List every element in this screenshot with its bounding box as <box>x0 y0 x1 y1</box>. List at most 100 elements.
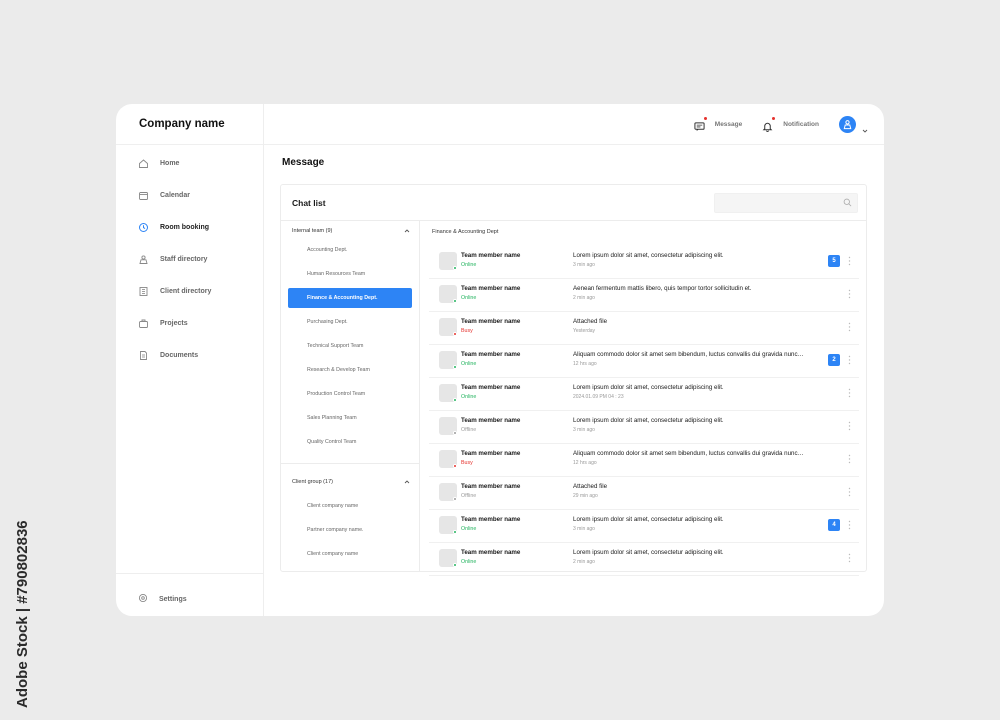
team-item[interactable]: Human Resources Team <box>288 264 412 284</box>
message-button[interactable]: Message <box>694 116 742 131</box>
chevron-down-icon[interactable] <box>862 121 868 133</box>
settings-label: Settings <box>159 595 187 603</box>
message-preview: Lorem ipsum dolor sit amet, consectetur … <box>573 252 724 259</box>
sidebar-item-room-booking[interactable]: Room booking <box>138 217 209 237</box>
team-item[interactable]: Production Control Team <box>288 384 412 404</box>
unread-badge: 2 <box>828 354 840 366</box>
building-icon <box>138 286 149 297</box>
sidebar-divider <box>116 573 264 574</box>
team-item[interactable]: Accounting Dept. <box>288 240 412 260</box>
status-dot <box>453 266 457 270</box>
more-options-icon[interactable] <box>846 452 852 466</box>
chat-row[interactable]: Team member name Offline Lorem ipsum dolor… <box>429 411 859 444</box>
more-options-icon[interactable] <box>846 287 852 301</box>
status-dot <box>453 563 457 567</box>
status-dot <box>453 332 457 336</box>
sidebar-item-label: Home <box>160 159 180 167</box>
document-icon <box>138 350 149 361</box>
chat-row[interactable]: Team member name Offline Attached file 29 m… <box>429 477 859 510</box>
more-options-icon[interactable] <box>846 485 852 499</box>
team-item[interactable]: Technical Support Team <box>288 336 412 356</box>
sidebar-item-label: Projects <box>160 319 188 327</box>
message-preview: Lorem ipsum dolor sit amet, consectetur … <box>573 417 724 424</box>
sidebar-item-staff-directory[interactable]: Staff directory <box>138 249 207 269</box>
chat-row[interactable]: Team member name Online Lorem ipsum dolor … <box>429 543 859 576</box>
chat-row[interactable]: Team member name Busy Aliquam commodo dolo… <box>429 444 859 477</box>
message-time: 29 min ago <box>573 493 598 499</box>
chat-row[interactable]: Team member name Online Lorem ipsum dolor … <box>429 246 859 279</box>
sidebar-item-calendar[interactable]: Calendar <box>138 185 190 205</box>
message-time: 2024.01.09 PM 04 : 23 <box>573 394 624 400</box>
team-item[interactable]: Sales Planning Team <box>288 408 412 428</box>
message-time: 3 min ago <box>573 262 595 268</box>
status-dot <box>453 398 457 402</box>
member-status: Busy <box>461 328 473 334</box>
message-time: 3 min ago <box>573 526 595 532</box>
team-item[interactable]: Purchasing Dept. <box>288 312 412 332</box>
message-time: 12 hrs ago <box>573 361 597 367</box>
member-name: Team member name <box>461 318 521 325</box>
search-box <box>714 193 858 213</box>
member-name: Team member name <box>461 417 521 424</box>
status-dot <box>453 530 457 534</box>
internal-team-label: Internal team (9) <box>292 228 333 234</box>
client-group-label: Client group (17) <box>292 479 333 485</box>
sidebar-item-settings[interactable]: Settings <box>138 590 187 608</box>
client-item[interactable]: Client company name <box>288 544 412 564</box>
client-group-header[interactable]: Client group (17) <box>292 479 410 485</box>
home-icon <box>138 158 149 169</box>
client-item[interactable]: Client company name <box>288 496 412 516</box>
more-options-icon[interactable] <box>846 419 852 433</box>
sidebar-item-documents[interactable]: Documents <box>138 345 198 365</box>
chat-row[interactable]: Team member name Online Aenean fermentum m… <box>429 279 859 312</box>
sidebar-item-home[interactable]: Home <box>138 153 179 173</box>
team-item[interactable]: Quality Control Team <box>288 432 412 452</box>
message-preview: Aenean fermentum mattis libero, quis tem… <box>573 285 752 292</box>
status-dot <box>453 365 457 369</box>
message-time: 12 hrs ago <box>573 460 597 466</box>
member-name: Team member name <box>461 351 521 358</box>
member-name: Team member name <box>461 384 521 391</box>
internal-team-header[interactable]: Internal team (9) <box>292 228 410 234</box>
more-options-icon[interactable] <box>846 551 852 565</box>
chat-row[interactable]: Team member name Online Aliquam commodo do… <box>429 345 859 378</box>
user-icon <box>843 119 852 129</box>
chat-row[interactable]: Team member name Online Lorem ipsum dolor … <box>429 378 859 411</box>
more-options-icon[interactable] <box>846 518 852 532</box>
message-preview: Aliquam commodo dolor sit amet sem biben… <box>573 351 804 358</box>
chat-area: Finance & Accounting Dept Team member na… <box>421 221 866 576</box>
chat-panel: Chat list Internal team (9) Client group… <box>280 184 867 576</box>
sidebar-item-label: Calendar <box>160 191 190 199</box>
team-item[interactable]: Finance & Accounting Dept. <box>288 288 412 308</box>
more-options-icon[interactable] <box>846 353 852 367</box>
more-options-icon[interactable] <box>846 254 852 268</box>
status-dot <box>453 299 457 303</box>
search-input[interactable] <box>715 194 845 212</box>
chat-row[interactable]: Team member name Online Lorem ipsum dolor … <box>429 510 859 543</box>
sidebar-item-projects[interactable]: Projects <box>138 313 188 333</box>
message-unread-dot <box>703 116 707 120</box>
user-avatar[interactable] <box>839 115 856 133</box>
chat-row[interactable]: Team member name Busy Attached file Yesterd… <box>429 312 859 345</box>
member-name: Team member name <box>461 516 521 523</box>
member-status: Online <box>461 526 477 532</box>
sidebar-item-label: Documents <box>160 351 199 359</box>
staff-icon <box>138 254 149 265</box>
member-status: Online <box>461 394 477 400</box>
watermark-text: Adobe Stock | #790802836 <box>14 520 31 708</box>
member-name: Team member name <box>461 483 521 490</box>
notification-button[interactable]: Notification <box>762 116 819 132</box>
team-item[interactable]: Research & Develop Team <box>288 360 412 380</box>
status-dot <box>453 464 457 468</box>
unread-badge: 4 <box>828 519 840 531</box>
message-time: Yesterday <box>573 328 596 334</box>
message-time: 3 min ago <box>573 427 595 433</box>
more-options-icon[interactable] <box>846 386 852 400</box>
sidebar-item-client-directory[interactable]: Client directory <box>138 281 211 301</box>
client-item[interactable]: Partner company name. <box>288 520 412 540</box>
more-options-icon[interactable] <box>846 320 852 334</box>
chat-rows: Team member name Online Lorem ipsum dolor … <box>429 246 859 576</box>
unread-badge: 5 <box>828 255 840 267</box>
status-dot <box>453 431 457 435</box>
member-status: Busy <box>461 460 473 466</box>
